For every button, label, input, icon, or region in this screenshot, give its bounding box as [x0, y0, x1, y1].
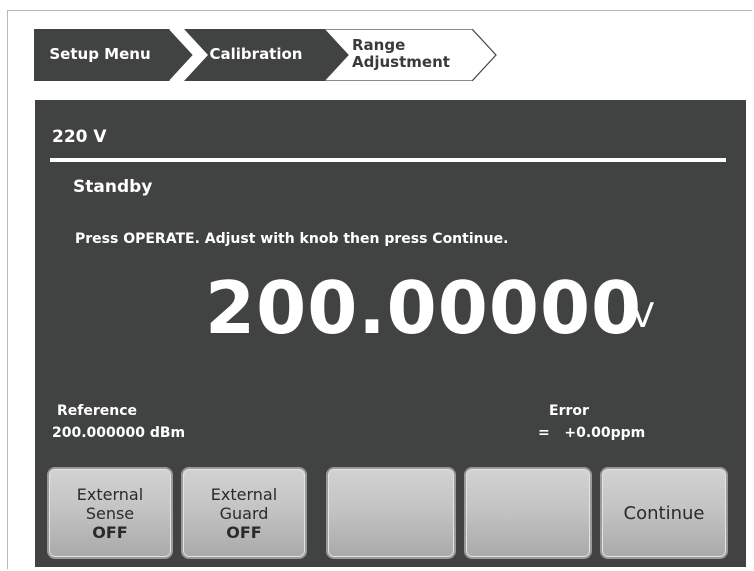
softkey-label: Continue [623, 502, 705, 524]
output-status: Standby [73, 177, 153, 197]
breadcrumb-range-line1: Range [352, 36, 406, 54]
softkey-label-line1: External [76, 484, 144, 504]
external-sense-softkey[interactable]: External Sense OFF [47, 467, 173, 559]
breadcrumb-item-calibration[interactable]: Calibration [200, 46, 312, 63]
blank-softkey-4[interactable] [464, 467, 592, 559]
softkey-label-line1: External [210, 484, 278, 504]
continue-softkey[interactable]: Continue [600, 467, 728, 559]
output-readout-value: 200.00000 [205, 266, 643, 350]
output-readout-unit: V [631, 296, 655, 336]
error-label: Error [549, 403, 589, 419]
reference-value: 200.000000 dBm [52, 425, 186, 441]
external-guard-softkey[interactable]: External Guard OFF [181, 467, 307, 559]
softkey-label-line2: Sense [85, 503, 135, 523]
breadcrumb-item-range-adjustment: Range Adjustment [352, 37, 450, 71]
softkey-label-line2: Guard [219, 503, 269, 523]
reference-label: Reference [57, 403, 138, 419]
breadcrumb: Setup Menu Calibration Range Adjustment [34, 29, 504, 81]
softkey-state: OFF [92, 522, 128, 542]
breadcrumb-range-line2: Adjustment [352, 53, 450, 71]
softkey-state: OFF [226, 522, 262, 542]
title-divider [50, 158, 726, 162]
error-value: = +0.00ppm [538, 425, 646, 441]
range-title: 220 V [52, 127, 107, 147]
adjustment-panel: 220 V Standby Press OPERATE. Adjust with… [35, 100, 746, 567]
breadcrumb-item-setup-menu[interactable]: Setup Menu [40, 46, 160, 63]
instruction-text: Press OPERATE. Adjust with knob then pre… [75, 231, 509, 247]
blank-softkey-3[interactable] [326, 467, 456, 559]
